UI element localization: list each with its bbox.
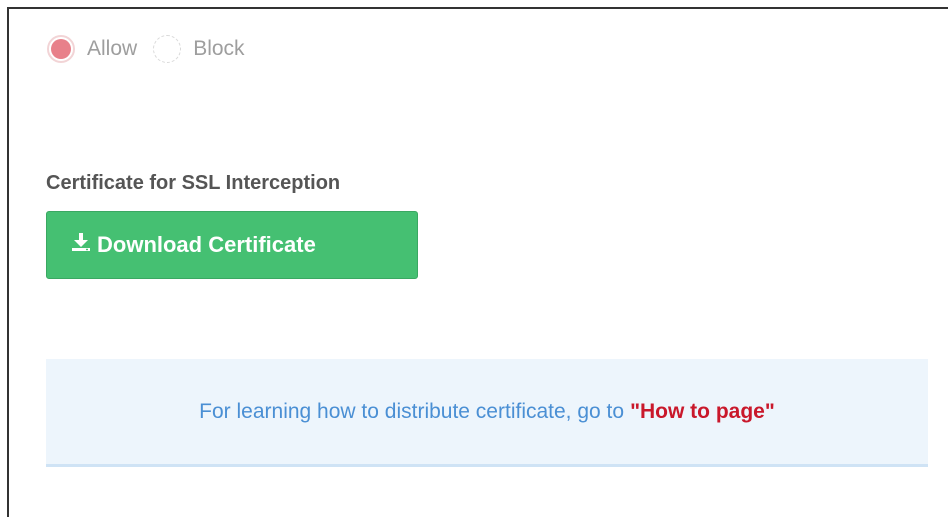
block-radio-label[interactable]: Block [193, 37, 244, 61]
how-to-page-link[interactable]: "How to page" [630, 400, 775, 424]
allow-radio[interactable] [47, 35, 75, 63]
info-banner: For learning how to distribute certifica… [46, 359, 928, 467]
download-certificate-label: Download Certificate [97, 232, 316, 257]
download-certificate-button[interactable]: Download Certificate [46, 211, 418, 279]
block-radio[interactable] [153, 35, 182, 63]
info-text: For learning how to distribute certifica… [199, 399, 625, 423]
settings-panel: Allow Block Certificate for SSL Intercep… [7, 7, 948, 517]
download-icon [71, 232, 97, 258]
allow-radio-label[interactable]: Allow [87, 37, 137, 61]
access-radio-group: Allow Block [47, 35, 261, 63]
certificate-section-label: Certificate for SSL Interception [46, 172, 341, 194]
